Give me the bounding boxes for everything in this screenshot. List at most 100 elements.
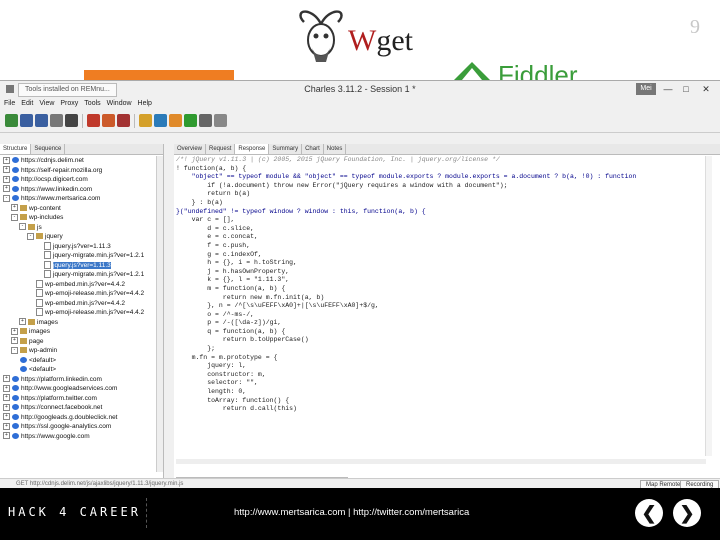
tree-row[interactable]: + https://platform.twitter.com	[0, 394, 157, 404]
tree-vertical-scrollbar[interactable]	[156, 156, 163, 472]
tree-row[interactable]: + https://www.google.com	[0, 432, 157, 442]
code-vertical-scrollbar[interactable]	[705, 156, 712, 456]
tab-summary[interactable]: Summary	[269, 144, 303, 154]
minimize-button[interactable]: —	[660, 82, 676, 96]
code-line: p = /-([\da-z])/gi,	[176, 319, 282, 327]
record-icon[interactable]	[87, 114, 100, 127]
code-line: g = c.indexOf,	[176, 250, 262, 258]
code-horizontal-scrollbar[interactable]	[176, 459, 706, 464]
menu-item-help[interactable]: Help	[138, 100, 152, 107]
tree-row[interactable]: wp-emoji-release.min.js?ver=4.4.2	[0, 289, 157, 299]
tree-row[interactable]: jquery-migrate.min.js?ver=1.2.1	[0, 251, 157, 261]
collapse-icon[interactable]: -	[19, 223, 26, 231]
new-session-icon[interactable]	[5, 114, 18, 127]
tree-row[interactable]: <default>	[0, 356, 157, 366]
next-slide-button[interactable]: ❯	[673, 499, 701, 527]
tree-row[interactable]: wp-emoji-release.min.js?ver=4.4.2	[0, 308, 157, 318]
menu-item-edit[interactable]: Edit	[21, 100, 33, 107]
tree-row[interactable]: jquery-migrate.min.js?ver=1.2.1	[0, 270, 157, 280]
tab-overview[interactable]: Overview	[174, 144, 207, 154]
expand-icon[interactable]: +	[3, 432, 10, 440]
tree-row[interactable]: jquery.js?ver=1.11.3	[0, 260, 157, 271]
expand-icon[interactable]: +	[3, 403, 10, 411]
collapse-icon[interactable]: -	[11, 213, 18, 221]
edit-icon[interactable]	[139, 114, 152, 127]
tree-row[interactable]: + https://connect.facebook.net	[0, 403, 157, 413]
tree-row[interactable]: + http://www.googleadservices.com	[0, 384, 157, 394]
expand-icon[interactable]: +	[11, 337, 18, 345]
tree-row[interactable]: - js	[0, 223, 157, 233]
tab-chart[interactable]: Chart	[302, 144, 324, 154]
settings-icon[interactable]	[214, 114, 227, 127]
folder-icon	[20, 347, 27, 354]
tree-row[interactable]: - https://www.mertsarica.com	[0, 194, 157, 204]
user-badge[interactable]: Mei	[636, 83, 656, 95]
tree-row[interactable]: <default>	[0, 365, 157, 375]
charles-window: Tools installed on REMnu... Charles 3.11…	[0, 80, 720, 489]
collapse-icon[interactable]: -	[27, 232, 34, 240]
tab-structure[interactable]: Structure	[0, 144, 32, 154]
tree-row[interactable]: wp-embed.min.js?ver=4.4.2	[0, 279, 157, 290]
tree-row[interactable]: + images	[0, 327, 157, 337]
collapse-icon[interactable]: -	[3, 194, 10, 202]
file-icon	[44, 260, 51, 269]
file-icon	[44, 241, 51, 250]
menu-item-window[interactable]: Window	[107, 100, 132, 107]
tree-row[interactable]: - wp-admin	[0, 346, 157, 356]
expand-icon[interactable]: +	[3, 375, 10, 383]
tree-row[interactable]: + https://self-repair.mozilla.org	[0, 166, 157, 176]
tree-item-label: https://platform.linkedin.com	[21, 375, 102, 383]
repeat-icon[interactable]	[154, 114, 167, 127]
expand-icon[interactable]: +	[3, 413, 10, 421]
expand-icon[interactable]: +	[3, 175, 10, 183]
expand-icon[interactable]: +	[3, 166, 10, 174]
throttle-icon[interactable]	[102, 114, 115, 127]
open-session-icon[interactable]	[20, 114, 33, 127]
save-session-icon[interactable]	[35, 114, 48, 127]
slide-footer: HACK 4 CAREER http://www.mertsarica.com …	[0, 488, 720, 540]
expand-icon[interactable]: +	[19, 318, 26, 326]
collapse-icon[interactable]: -	[11, 346, 18, 354]
menu-item-tools[interactable]: Tools	[84, 100, 100, 107]
expand-icon[interactable]: +	[11, 327, 18, 335]
expand-icon[interactable]: +	[3, 384, 10, 392]
tree-row[interactable]: + https://cdnjs.delim.net	[0, 156, 157, 166]
maximize-button[interactable]: □	[678, 82, 694, 96]
gnu-head-icon	[299, 10, 343, 62]
expand-icon[interactable]: +	[3, 422, 10, 430]
binoculars-icon[interactable]	[65, 114, 78, 127]
response-code-view[interactable]: /*! jQuery v1.11.3 | (c) 2005, 2015 jQue…	[176, 156, 706, 456]
tree-row[interactable]: jquery.js?ver=1.11.3	[0, 241, 157, 252]
tools-icon[interactable]	[199, 114, 212, 127]
tree-row[interactable]: + http://ocsp.digicert.com	[0, 175, 157, 185]
menu-item-file[interactable]: File	[4, 100, 15, 107]
stop-icon[interactable]	[117, 114, 130, 127]
tree-row[interactable]: wp-embed.min.js?ver=4.4.2	[0, 298, 157, 309]
tree-row[interactable]: + wp-content	[0, 204, 157, 214]
tab-response[interactable]: Response	[235, 144, 270, 154]
validate-icon[interactable]	[184, 114, 197, 127]
pencil-icon[interactable]	[169, 114, 182, 127]
tree-row[interactable]: - jquery	[0, 232, 157, 242]
trash-icon[interactable]	[50, 114, 63, 127]
menu-item-view[interactable]: View	[39, 100, 54, 107]
menu-item-proxy[interactable]: Proxy	[60, 100, 78, 107]
folder-icon	[28, 223, 35, 230]
close-button[interactable]: ✕	[698, 82, 714, 96]
tree-row[interactable]: + https://www.linkedin.com	[0, 185, 157, 195]
tree-row[interactable]: + https://platform.linkedin.com	[0, 375, 157, 385]
tab-sequence[interactable]: Sequence	[31, 144, 66, 154]
expand-icon[interactable]: +	[11, 204, 18, 212]
tree-item-label: images	[37, 318, 58, 326]
tab-request[interactable]: Request	[206, 144, 236, 154]
tree-row[interactable]: + https://ssl.google-analytics.com	[0, 422, 157, 432]
tab-notes[interactable]: Notes	[324, 144, 347, 154]
tree-row[interactable]: + images	[0, 318, 157, 328]
previous-slide-button[interactable]: ❮	[635, 499, 663, 527]
tree-row[interactable]: + http://googleads.g.doubleclick.net	[0, 413, 157, 423]
expand-icon[interactable]: +	[3, 185, 10, 193]
expand-icon[interactable]: +	[3, 156, 10, 164]
tree-row[interactable]: - wp-includes	[0, 213, 157, 223]
expand-icon[interactable]: +	[3, 394, 10, 402]
tree-row[interactable]: + page	[0, 337, 157, 347]
